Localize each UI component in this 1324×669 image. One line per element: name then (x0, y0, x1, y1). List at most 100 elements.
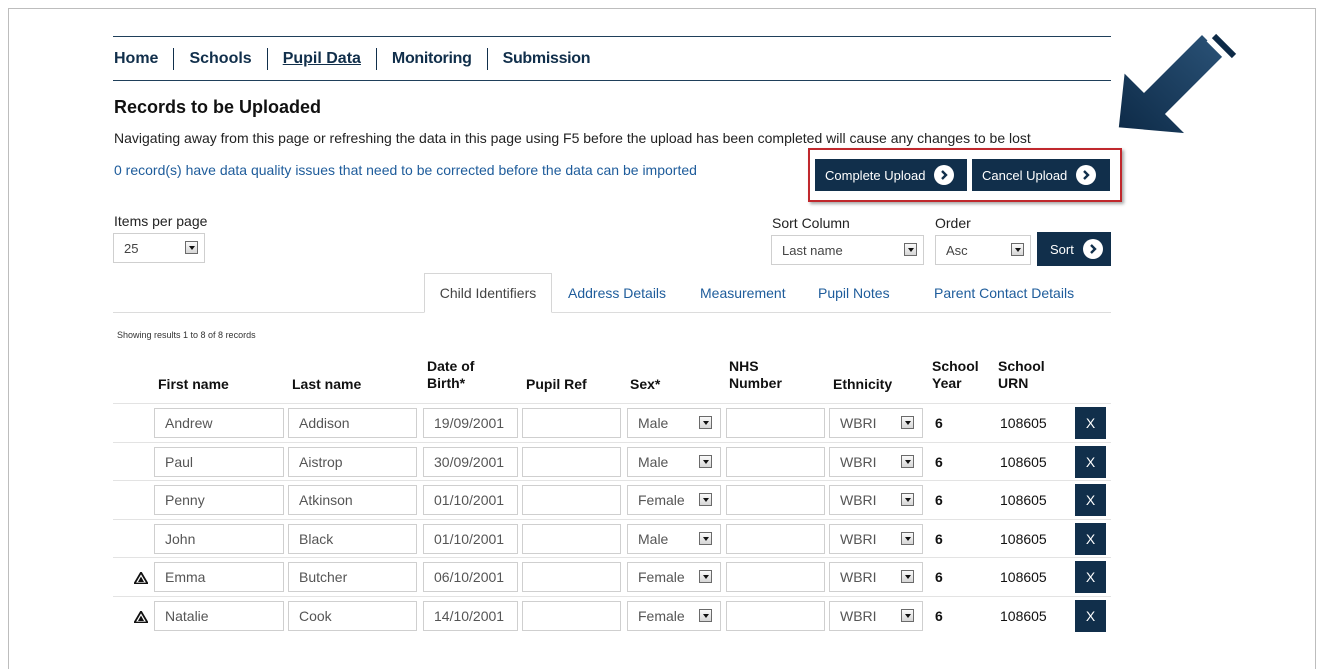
first-name-value: Paul (165, 454, 194, 470)
school-urn-value: 108605 (1000, 454, 1047, 470)
sex-value: Male (638, 415, 669, 431)
nav-pupil-data[interactable]: Pupil Data (283, 50, 361, 68)
last-name-value: Cook (299, 608, 332, 624)
pupil-ref-input[interactable] (522, 562, 621, 592)
last-name-input[interactable]: Addison (288, 408, 417, 438)
date-of-birth-input[interactable]: 06/10/2001 (423, 562, 518, 592)
pupil-ref-input[interactable] (522, 601, 621, 631)
header-dob-line2: Birth* (427, 375, 466, 391)
complete-upload-button[interactable]: Complete Upload (815, 159, 967, 191)
tab-child-identifiers[interactable]: Child Identifiers (424, 273, 552, 313)
sex-select[interactable]: Male (627, 408, 721, 438)
remove-row-button[interactable]: X (1075, 446, 1106, 478)
tab-address-details[interactable]: Address Details (568, 285, 666, 301)
ethnicity-select[interactable]: WBRI (829, 485, 923, 515)
sex-select[interactable]: Female (627, 485, 721, 515)
nhs-number-input[interactable] (726, 601, 825, 631)
pupil-ref-input[interactable] (522, 524, 621, 554)
sex-value: Female (638, 492, 685, 508)
pupil-ref-input[interactable] (522, 408, 621, 438)
last-name-input[interactable]: Atkinson (288, 485, 417, 515)
sort-button[interactable]: Sort (1037, 232, 1111, 266)
sex-value: Male (638, 531, 669, 547)
page-title: Records to be Uploaded (114, 97, 322, 117)
pupil-ref-input[interactable] (522, 447, 621, 477)
nhs-number-input[interactable] (726, 485, 825, 515)
sex-select[interactable]: Male (627, 524, 721, 554)
last-name-value: Aistrop (299, 454, 343, 470)
items-per-page-select[interactable]: 25 (113, 233, 205, 263)
ethnicity-value: WBRI (840, 454, 877, 470)
date-of-birth-value: 01/10/2001 (434, 492, 505, 508)
tab-pupil-notes[interactable]: Pupil Notes (818, 285, 890, 301)
last-name-input[interactable]: Butcher (288, 562, 417, 592)
dropdown-arrow-icon (1011, 243, 1024, 256)
cancel-upload-button[interactable]: Cancel Upload (972, 159, 1110, 191)
date-of-birth-input[interactable]: 30/09/2001 (423, 447, 518, 477)
tab-parent-contact-details[interactable]: Parent Contact Details (934, 285, 1074, 301)
first-name-input[interactable]: Emma (154, 562, 284, 592)
remove-row-button[interactable]: X (1075, 407, 1106, 439)
pupil-ref-input[interactable] (522, 485, 621, 515)
nav-bottom-rule (113, 80, 1111, 81)
chevron-right-icon (1076, 165, 1097, 185)
header-last-name: Last name (292, 376, 362, 392)
date-of-birth-input[interactable]: 14/10/2001 (423, 601, 518, 631)
first-name-input[interactable]: Penny (154, 485, 284, 515)
sex-select[interactable]: Male (627, 447, 721, 477)
sex-select[interactable]: Female (627, 601, 721, 631)
row-divider (113, 596, 1111, 597)
remove-row-button[interactable]: X (1075, 523, 1106, 555)
first-name-input[interactable]: Natalie (154, 601, 284, 631)
order-value: Asc (946, 242, 968, 258)
nhs-number-input[interactable] (726, 524, 825, 554)
school-urn-value: 108605 (1000, 415, 1047, 431)
last-name-input[interactable]: Black (288, 524, 417, 554)
chevron-right-icon (934, 165, 955, 185)
last-name-input[interactable]: Aistrop (288, 447, 417, 477)
sex-select[interactable]: Female (627, 562, 721, 592)
header-year-line2: Year (932, 375, 962, 391)
items-per-page-value: 25 (124, 240, 139, 256)
school-year-value: 6 (935, 569, 943, 585)
row-divider (113, 403, 1111, 404)
date-of-birth-input[interactable]: 01/10/2001 (423, 485, 518, 515)
nav-submission[interactable]: Submission (503, 50, 591, 68)
nav-separator (266, 48, 268, 70)
remove-row-button[interactable]: X (1075, 600, 1106, 632)
first-name-value: Andrew (165, 415, 213, 431)
first-name-input[interactable]: John (154, 524, 284, 554)
tab-measurement[interactable]: Measurement (700, 285, 786, 301)
remove-row-button[interactable]: X (1075, 561, 1106, 593)
sex-value: Female (638, 608, 685, 624)
nav-monitoring[interactable]: Monitoring (392, 50, 472, 68)
school-year-value: 6 (935, 415, 943, 431)
ethnicity-value: WBRI (840, 492, 877, 508)
ethnicity-select[interactable]: WBRI (829, 601, 923, 631)
date-of-birth-input[interactable]: 19/09/2001 (423, 408, 518, 438)
date-of-birth-input[interactable]: 01/10/2001 (423, 524, 518, 554)
first-name-input[interactable]: Andrew (154, 408, 284, 438)
remove-row-button[interactable]: X (1075, 484, 1106, 516)
sort-column-select[interactable]: Last name (771, 235, 924, 265)
ethnicity-select[interactable]: WBRI (829, 408, 923, 438)
items-per-page-label: Items per page (114, 213, 208, 229)
school-urn-value: 108605 (1000, 531, 1047, 547)
ethnicity-select[interactable]: WBRI (829, 524, 923, 554)
first-name-input[interactable]: Paul (154, 447, 284, 477)
nhs-number-input[interactable] (726, 447, 825, 477)
row-divider (113, 480, 1111, 481)
nav-home[interactable]: Home (114, 50, 158, 68)
ethnicity-select[interactable]: WBRI (829, 562, 923, 592)
ethnicity-select[interactable]: WBRI (829, 447, 923, 477)
last-name-value: Butcher (299, 569, 348, 585)
header-year-line1: School (932, 358, 979, 374)
first-name-value: John (165, 531, 196, 547)
nhs-number-input[interactable] (726, 562, 825, 592)
nav-schools[interactable]: Schools (189, 50, 251, 68)
dropdown-arrow-icon (699, 532, 712, 545)
order-select[interactable]: Asc (935, 235, 1031, 265)
nhs-number-input[interactable] (726, 408, 825, 438)
date-of-birth-value: 01/10/2001 (434, 531, 505, 547)
last-name-input[interactable]: Cook (288, 601, 417, 631)
